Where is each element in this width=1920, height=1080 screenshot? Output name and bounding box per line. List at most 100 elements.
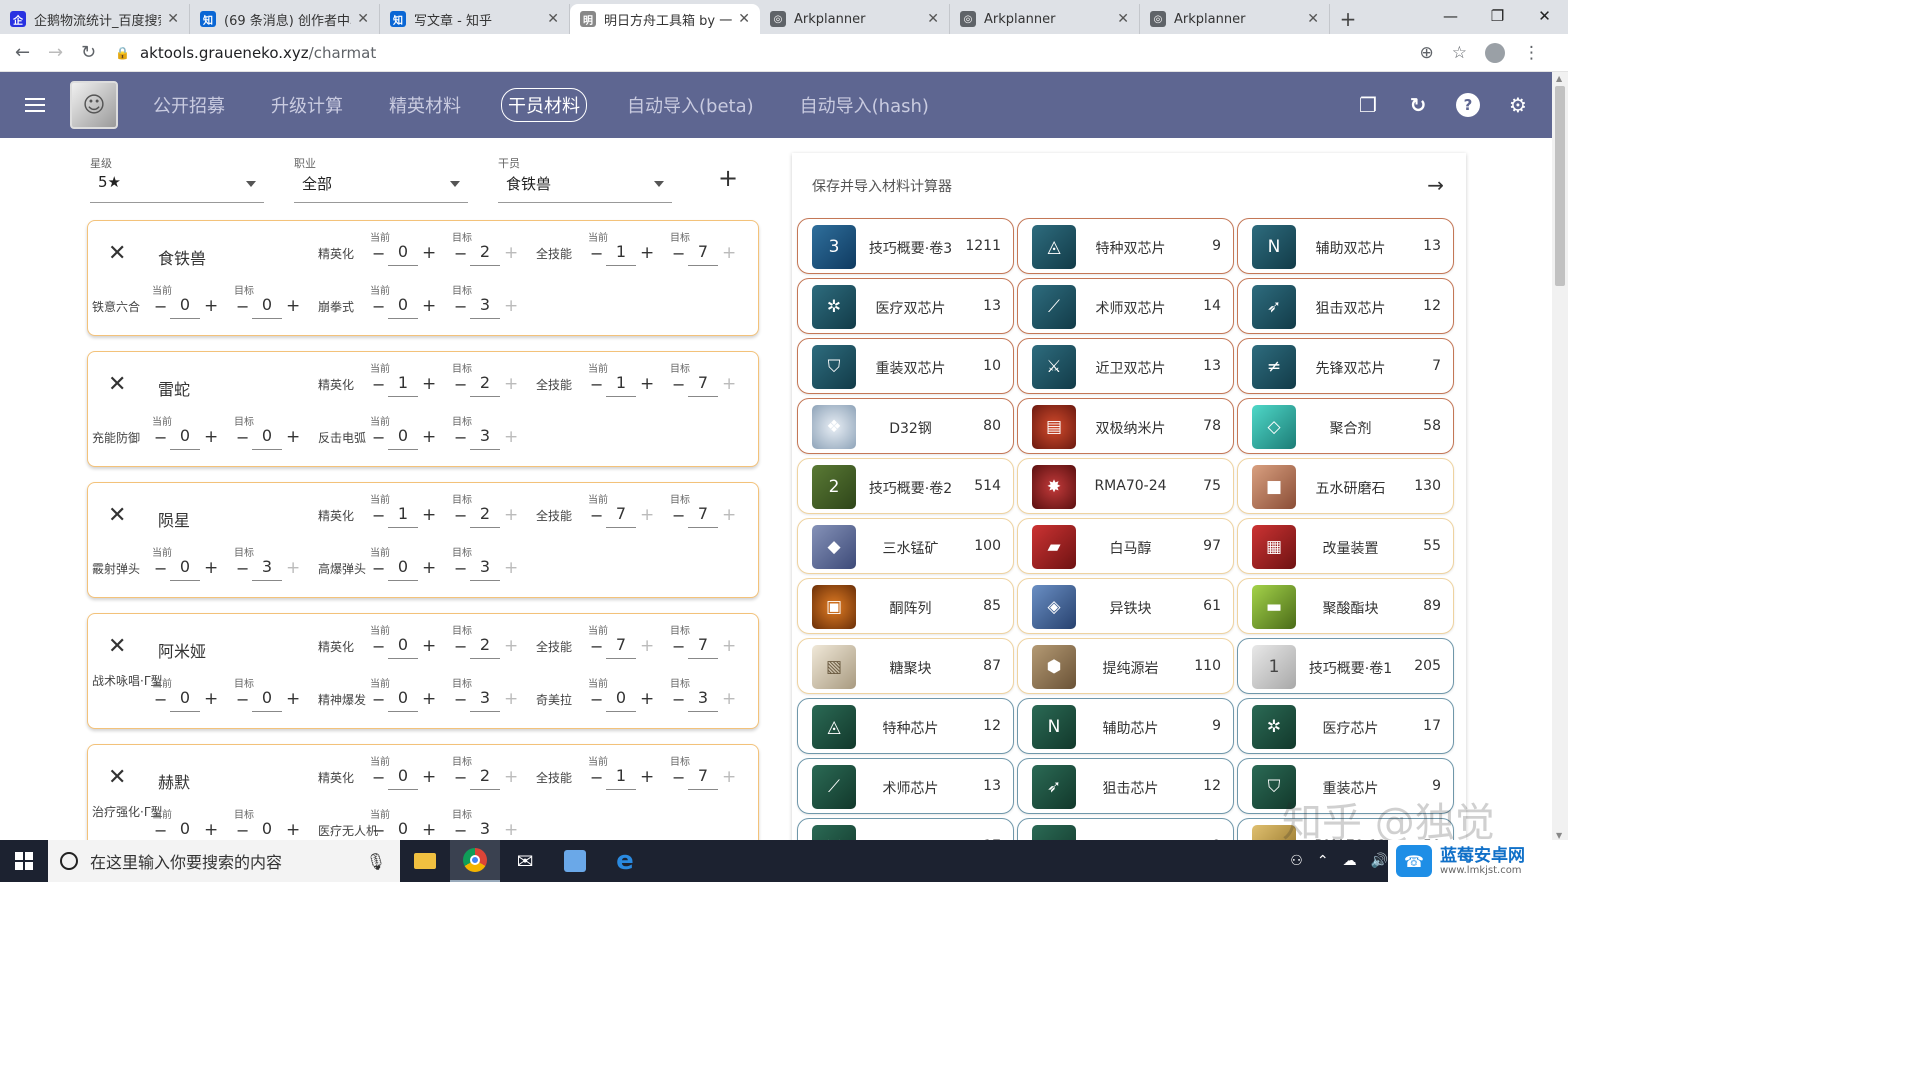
material-card[interactable]: ◬ 特种芯片 12 xyxy=(797,698,1014,754)
plus-button[interactable]: + xyxy=(286,296,300,316)
level-value[interactable]: 3 xyxy=(688,688,718,712)
material-card[interactable]: ◇ 聚合剂 58 xyxy=(1237,398,1454,454)
plus-button[interactable]: + xyxy=(286,689,300,709)
browser-tab[interactable]: 知写文章 - 知乎 ✕ xyxy=(380,4,570,34)
level-value[interactable]: 3 xyxy=(470,426,500,450)
plus-button[interactable]: + xyxy=(722,243,736,263)
minus-button[interactable]: − xyxy=(372,821,385,840)
level-value[interactable]: 0 xyxy=(252,295,282,319)
level-value[interactable]: 3 xyxy=(252,557,282,581)
minus-button[interactable]: − xyxy=(372,244,385,263)
minus-button[interactable]: − xyxy=(372,637,385,656)
minus-button[interactable]: − xyxy=(372,690,385,709)
material-card[interactable]: ▣ 酮阵列 85 xyxy=(797,578,1014,634)
hamburger-menu-icon[interactable] xyxy=(0,94,70,116)
material-card[interactable]: ▤ 双极纳米片 78 xyxy=(1017,398,1234,454)
forward-arrow-icon[interactable]: → xyxy=(39,42,72,63)
level-value[interactable]: 7 xyxy=(688,635,718,659)
browser-tab[interactable]: 明明日方舟工具箱 by 一只 ✕ xyxy=(570,4,760,34)
level-value[interactable]: 3 xyxy=(470,295,500,319)
minus-button[interactable]: − xyxy=(372,768,385,787)
restore-icon[interactable]: ❐ xyxy=(1474,0,1521,32)
new-tab-button[interactable]: + xyxy=(1330,4,1366,34)
plus-button[interactable]: + xyxy=(286,558,300,578)
plus-button[interactable]: + xyxy=(722,374,736,394)
plus-button[interactable]: + xyxy=(504,820,518,840)
cloud-icon[interactable]: ☁ xyxy=(1343,853,1357,869)
back-arrow-icon[interactable]: ← xyxy=(6,42,39,63)
material-card[interactable]: ▬ 聚酸酯块 89 xyxy=(1237,578,1454,634)
minus-button[interactable]: − xyxy=(154,428,167,447)
material-card[interactable]: ✲ 医疗芯片 17 xyxy=(1237,698,1454,754)
material-card[interactable]: ⬢ 提纯源岩 110 xyxy=(1017,638,1234,694)
page-scrollbar[interactable]: ▲ ▼ xyxy=(1552,72,1568,842)
plus-button[interactable]: + xyxy=(504,636,518,656)
plus-button[interactable]: + xyxy=(422,636,436,656)
help-icon[interactable]: ? xyxy=(1456,93,1480,117)
level-value[interactable]: 7 xyxy=(606,635,636,659)
level-value[interactable]: 0 xyxy=(388,766,418,790)
minus-button[interactable]: − xyxy=(154,559,167,578)
material-card[interactable]: N 辅助双芯片 13 xyxy=(1237,218,1454,274)
level-value[interactable]: 1 xyxy=(606,373,636,397)
level-value[interactable]: 0 xyxy=(170,557,200,581)
level-value[interactable]: 7 xyxy=(688,242,718,266)
plus-button[interactable]: + xyxy=(422,243,436,263)
minus-button[interactable]: − xyxy=(154,821,167,840)
plus-button[interactable]: + xyxy=(504,505,518,525)
remove-operator-close-icon[interactable]: ✕ xyxy=(108,765,126,790)
level-value[interactable]: 7 xyxy=(606,504,636,528)
plus-button[interactable]: + xyxy=(422,505,436,525)
level-value[interactable]: 0 xyxy=(388,688,418,712)
minus-button[interactable]: − xyxy=(372,559,385,578)
material-card[interactable]: ■ 五水研磨石 130 xyxy=(1237,458,1454,514)
minus-button[interactable]: − xyxy=(454,559,467,578)
minus-button[interactable]: − xyxy=(672,506,685,525)
close-window-icon[interactable]: ✕ xyxy=(1521,0,1568,32)
minus-button[interactable]: − xyxy=(236,690,249,709)
star-select[interactable]: 星级 5★ xyxy=(90,155,264,203)
material-card[interactable]: ✲ 医疗双芯片 13 xyxy=(797,278,1014,334)
material-card[interactable]: ✸ RMA70-24 75 xyxy=(1017,458,1234,514)
minus-button[interactable]: − xyxy=(672,244,685,263)
settings-gear-icon[interactable]: ⚙ xyxy=(1506,93,1530,117)
plus-button[interactable]: + xyxy=(722,505,736,525)
scroll-down-arrow-icon[interactable]: ▼ xyxy=(1556,831,1562,840)
material-card[interactable]: 1 技巧概要·卷1 205 xyxy=(1237,638,1454,694)
tray-chevron-up-icon[interactable]: ⌃ xyxy=(1317,853,1329,869)
mail-icon[interactable]: ✉ xyxy=(500,840,550,882)
minus-button[interactable]: − xyxy=(372,428,385,447)
minus-button[interactable]: − xyxy=(590,244,603,263)
people-icon[interactable]: ⚇ xyxy=(1290,853,1303,869)
plus-button[interactable]: + xyxy=(422,689,436,709)
edge-browser-icon[interactable]: e xyxy=(600,840,650,882)
scroll-up-arrow-icon[interactable]: ▲ xyxy=(1556,74,1562,83)
minus-button[interactable]: − xyxy=(236,297,249,316)
browser-tab[interactable]: 企企鹅物流统计_百度搜索 ✕ xyxy=(0,4,190,34)
tab-close-icon[interactable]: ✕ xyxy=(738,11,750,27)
plus-button[interactable]: + xyxy=(640,374,654,394)
minus-button[interactable]: − xyxy=(454,690,467,709)
file-explorer-icon[interactable] xyxy=(400,840,450,882)
minus-button[interactable]: − xyxy=(590,506,603,525)
tab-close-icon[interactable]: ✕ xyxy=(927,11,939,27)
volume-icon[interactable]: 🔊 xyxy=(1371,853,1388,869)
browser-tab[interactable]: 知 (69 条消息) 创作者中心 ✕ xyxy=(190,4,380,34)
bookmark-star-icon[interactable]: ☆ xyxy=(1452,43,1467,63)
plus-button[interactable]: + xyxy=(640,243,654,263)
level-value[interactable]: 0 xyxy=(170,426,200,450)
add-operator-plus-icon[interactable]: + xyxy=(718,164,738,192)
minus-button[interactable]: − xyxy=(236,428,249,447)
level-value[interactable]: 7 xyxy=(688,373,718,397)
tab-close-icon[interactable]: ✕ xyxy=(547,11,559,27)
plus-button[interactable]: + xyxy=(504,558,518,578)
minus-button[interactable]: − xyxy=(454,506,467,525)
plus-button[interactable]: + xyxy=(204,427,218,447)
minus-button[interactable]: − xyxy=(672,768,685,787)
minus-button[interactable]: − xyxy=(590,768,603,787)
plus-button[interactable]: + xyxy=(422,820,436,840)
level-value[interactable]: 2 xyxy=(470,373,500,397)
profile-avatar-icon[interactable] xyxy=(1485,43,1505,63)
level-value[interactable]: 0 xyxy=(252,426,282,450)
level-value[interactable]: 0 xyxy=(388,426,418,450)
